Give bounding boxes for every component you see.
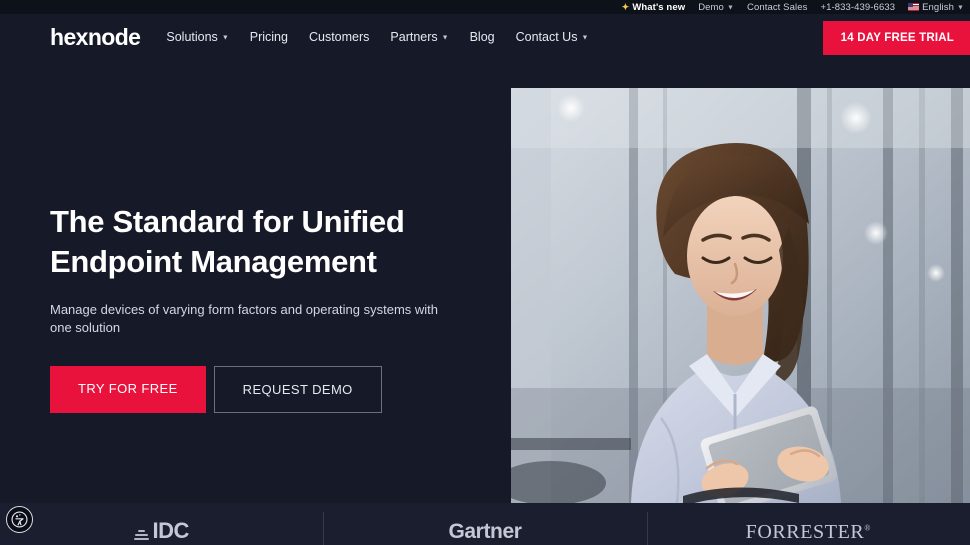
utility-item-language[interactable]: English ▼ <box>908 2 964 13</box>
idc-logo-text: IDC <box>152 517 189 543</box>
request-demo-button[interactable]: REQUEST DEMO <box>213 366 382 414</box>
try-for-free-button[interactable]: TRY FOR FREE <box>50 366 206 414</box>
utility-item-label: +1-833-439-6633 <box>820 1 896 13</box>
nav-item-label: Contact Us <box>515 30 578 44</box>
analyst-logo-gartner[interactable]: Gartner <box>323 503 646 545</box>
forrester-logo-text: FORRESTER® <box>745 520 872 543</box>
accessibility-widget-button[interactable] <box>6 506 33 533</box>
free-trial-button[interactable]: 14 DAY FREE TRIAL <box>822 21 970 55</box>
utility-item-whats-new[interactable]: ✦ What's new <box>622 2 686 13</box>
nav-item-pricing[interactable]: Pricing <box>250 30 288 44</box>
hero-subtitle: Manage devices of varying form factors a… <box>50 301 439 336</box>
hero-buttons: TRY FOR FREE REQUEST DEMO <box>50 366 505 414</box>
hero-title: The Standard for Unified Endpoint Manage… <box>50 202 505 283</box>
utility-item-label: Demo <box>698 1 724 13</box>
nav-item-label: Solutions <box>166 30 218 44</box>
hero-title-line-2: Endpoint Management <box>50 244 377 280</box>
nav-item-label: Partners <box>390 30 438 44</box>
hero-section: The Standard for Unified Endpoint Manage… <box>0 60 970 505</box>
utility-item-phone[interactable]: +1-833-439-6633 <box>820 2 895 13</box>
utility-item-label: What's new <box>632 1 686 13</box>
nav-item-contact-us[interactable]: Contact Us ▼ <box>516 30 589 44</box>
nav-item-label: Blog <box>469 30 495 44</box>
chevron-down-icon: ▼ <box>221 34 229 41</box>
idc-globe-icon <box>134 530 150 541</box>
main-navigation: hexnode Solutions ▼ Pricing Customers Pa… <box>0 14 970 60</box>
us-flag-icon <box>908 3 920 11</box>
hero-title-line-1: The Standard for Unified <box>50 204 405 239</box>
hexnode-logo[interactable]: hexnode <box>50 24 141 51</box>
analyst-logo-forrester[interactable]: FORRESTER® <box>646 503 970 545</box>
idc-logo: IDC <box>134 517 189 543</box>
nav-item-label: Pricing <box>249 30 288 44</box>
utility-bar: ✦ What's new Demo ▼ Contact Sales +1-833… <box>0 0 970 14</box>
chevron-down-icon: ▼ <box>441 34 449 41</box>
utility-item-label: Contact Sales <box>746 1 808 13</box>
utility-item-label: English <box>922 1 954 13</box>
chevron-down-icon: ▼ <box>581 34 589 41</box>
chevron-down-icon: ▼ <box>726 4 734 11</box>
utility-item-demo[interactable]: Demo ▼ <box>698 2 734 13</box>
nav-item-customers[interactable]: Customers <box>309 30 369 44</box>
nav-item-label: Customers <box>308 30 370 44</box>
analyst-logo-bar: IDC Gartner FORRESTER® <box>0 503 970 545</box>
nav-links: Solutions ▼ Pricing Customers Partners ▼… <box>166 30 588 44</box>
sparkle-icon: ✦ <box>621 1 630 12</box>
hero-image <box>511 88 970 503</box>
utility-item-contact-sales[interactable]: Contact Sales <box>747 2 807 13</box>
hero-copy: The Standard for Unified Endpoint Manage… <box>50 202 505 414</box>
nav-item-blog[interactable]: Blog <box>470 30 495 44</box>
nav-item-solutions[interactable]: Solutions ▼ <box>166 30 228 44</box>
accessibility-icon <box>11 511 28 528</box>
nav-item-partners[interactable]: Partners ▼ <box>390 30 448 44</box>
gartner-logo-text: Gartner <box>448 520 522 543</box>
chevron-down-icon: ▼ <box>956 4 964 11</box>
analyst-logo-idc[interactable]: IDC <box>0 503 323 545</box>
hexnode-landing-page: ✦ What's new Demo ▼ Contact Sales +1-833… <box>0 0 970 545</box>
